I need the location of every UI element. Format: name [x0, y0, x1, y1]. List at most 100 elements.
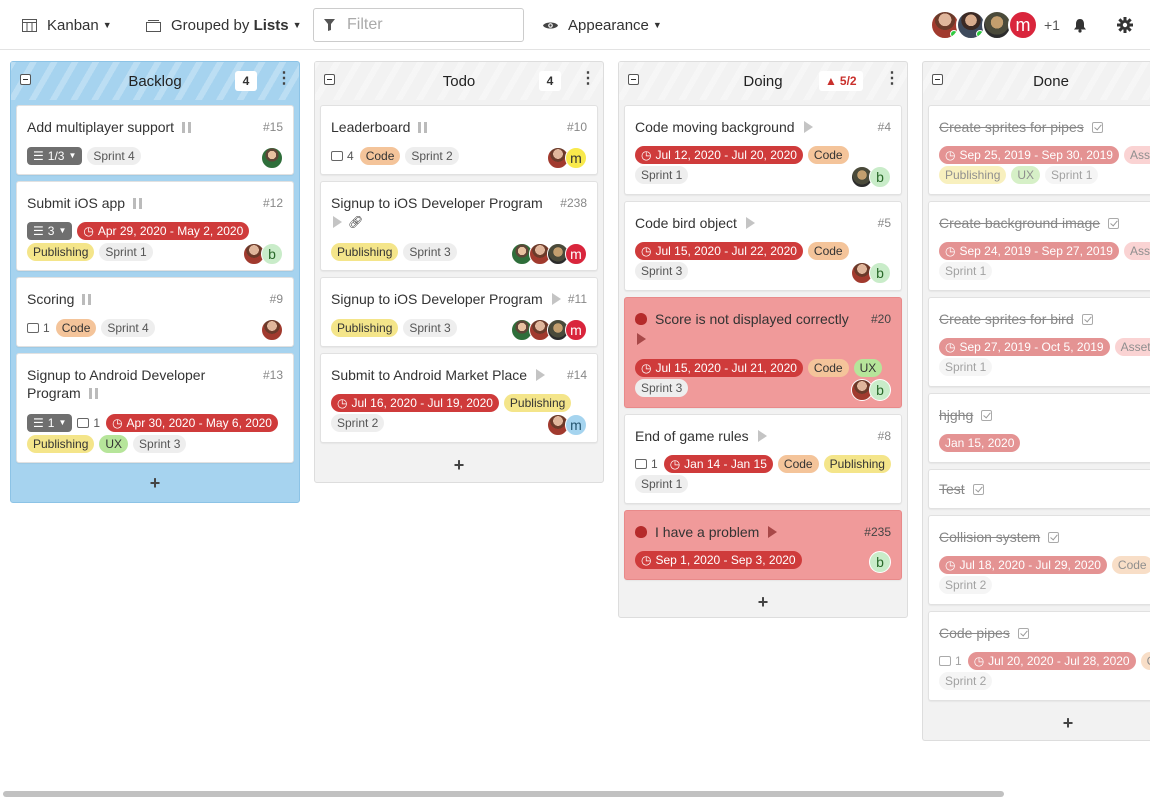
member-avatar[interactable]: m — [1008, 10, 1038, 40]
view-switcher[interactable]: Kanban ▼ — [22, 0, 112, 50]
list-title[interactable]: Doing — [619, 73, 907, 90]
card-bug[interactable]: Score is not displayed correctly #20 ◷ Ju… — [624, 297, 902, 408]
checklist-badge[interactable]: ☰ 3 ▼ — [27, 222, 73, 240]
add-card-button[interactable]: + — [619, 592, 907, 613]
card-completed[interactable]: Create sprites for pipes ◷ Sep 25, 2019 -… — [928, 105, 1150, 195]
due-date-badge: ◷ Sep 1, 2020 - Sep 3, 2020 — [635, 551, 802, 569]
settings-button[interactable] — [1117, 0, 1143, 50]
due-date-badge: Jan 15, 2020 — [939, 434, 1021, 452]
card[interactable]: Leaderboard #10 4 Code Sprint 2 m — [320, 105, 598, 175]
kanban-board: Backlog 4 ⋮ Add multiplayer support #15 … — [0, 61, 1150, 791]
label-code: Code — [807, 242, 849, 260]
comment-icon — [77, 418, 90, 428]
card-members: m — [511, 319, 587, 341]
label-ux: UX — [1011, 166, 1041, 184]
card-labels: Sprint 1 — [635, 166, 693, 184]
top-toolbar: Kanban▼ Grouped by Lists▼ Appearance▼ m … — [0, 0, 1150, 50]
more-members-count[interactable]: +1 — [1044, 17, 1060, 33]
checklist-badge[interactable]: ☰ 1 ▼ — [27, 414, 73, 432]
add-card-button[interactable]: + — [11, 473, 299, 494]
card-bug[interactable]: I have a problem #235 ◷ Sep 1, 2020 - Sep… — [624, 510, 902, 580]
appearance-menu[interactable]: Appearance ▼ — [543, 0, 662, 50]
play-icon[interactable] — [333, 216, 342, 228]
play-icon[interactable] — [768, 526, 778, 538]
card-labels: Publishing UX Sprint 3 — [27, 435, 191, 453]
card-badges: ☰ 1 ▼ 1 ◷ Apr 30, 2020 - May 6, 2020 — [27, 414, 283, 432]
list-menu-icon[interactable]: ⋮ — [580, 71, 596, 87]
member-avatar[interactable]: m — [565, 243, 587, 265]
card-title: Code pipes — [939, 624, 1029, 642]
card[interactable]: Signup to Android Developer Program #13 … — [16, 353, 294, 463]
add-card-button[interactable]: + — [315, 455, 603, 476]
group-prefix: Grouped by — [171, 16, 250, 34]
card-badges: ◷Sep 25, 2019 - Sep 30, 2019 Asset — [939, 146, 1150, 164]
play-icon[interactable] — [745, 217, 755, 229]
card-completed[interactable]: Create sprites for bird ◷ Sep 27, 2019 - … — [928, 297, 1150, 387]
card[interactable]: End of game rules #8 1 ◷ Jan 14 - Jan 15 … — [624, 414, 902, 504]
card-completed[interactable]: Create background image ◷ Sep 24, 2019 - … — [928, 201, 1150, 291]
member-avatar[interactable]: b — [261, 243, 283, 265]
card-members — [261, 147, 283, 169]
label-ux: UX — [853, 359, 883, 377]
card[interactable]: Code moving background #4 ◷ Jul 12, 2020 … — [624, 105, 902, 195]
card-badges: ◷ Jul 15, 2020 - Jul 22, 2020 Code — [635, 242, 854, 260]
card-members: m — [547, 414, 587, 436]
label-sprint: Sprint 1 — [635, 166, 689, 184]
group-by-switcher[interactable]: Grouped by Lists ▼ — [146, 0, 302, 50]
list-menu-icon[interactable]: ⋮ — [276, 71, 292, 87]
horizontal-scrollbar[interactable] — [3, 791, 1004, 797]
chevron-down-icon: ▼ — [292, 20, 302, 30]
card-badges: ◷Sep 27, 2019 - Oct 5, 2019 Assets — [939, 338, 1150, 356]
warning-icon: ▲ — [825, 74, 837, 88]
card-actions: 🔗︎ — [333, 215, 363, 229]
card[interactable]: Submit to Android Market Place #14 ◷ Jul … — [320, 353, 598, 443]
card-badges: ◷ Jul 12, 2020 - Jul 20, 2020 Code — [635, 146, 854, 164]
member-avatar[interactable]: b — [869, 551, 891, 573]
card-completed[interactable]: Code pipes 1 ◷ Jul 20, 2020 - Jul 28, 202… — [928, 611, 1150, 701]
notifications-button[interactable] — [1073, 0, 1097, 50]
filter-box — [313, 8, 524, 42]
card-labels: Sprint 1 — [635, 475, 693, 493]
card-title: Code moving background — [635, 118, 813, 136]
card-completed[interactable]: Collision system ◷ Jul 18, 2020 - Jul 29,… — [928, 515, 1150, 605]
link-icon[interactable]: 🔗︎ — [348, 215, 363, 229]
clock-icon: ◷ — [641, 244, 652, 258]
list-title[interactable]: Done — [923, 73, 1150, 90]
clock-icon: ◷ — [669, 457, 681, 471]
play-icon[interactable] — [757, 430, 767, 442]
card-members: b — [869, 551, 891, 573]
play-icon[interactable] — [536, 369, 546, 381]
play-icon[interactable] — [637, 333, 646, 345]
label-publishing: Publishing — [503, 394, 572, 412]
member-avatar[interactable]: m — [565, 319, 587, 341]
member-avatar[interactable] — [261, 319, 283, 341]
comment-icon — [939, 656, 951, 666]
filter-input[interactable] — [347, 16, 507, 34]
member-avatar[interactable]: b — [869, 262, 891, 284]
add-card-button[interactable]: + — [923, 713, 1150, 734]
checklist-badge[interactable]: ☰ 1/3 ▼ — [27, 147, 83, 165]
card[interactable]: Submit iOS app #12 ☰ 3 ▼ ◷ Apr 29, 2020 - M… — [16, 181, 294, 271]
card[interactable]: Add multiplayer support #15 ☰ 1/3 ▼ Sprint… — [16, 105, 294, 175]
card-completed[interactable]: Test — [928, 469, 1150, 509]
list-menu-icon[interactable]: ⋮ — [884, 71, 900, 87]
play-icon[interactable] — [803, 121, 813, 133]
card[interactable]: Scoring #9 1 Code Sprint 4 — [16, 277, 294, 347]
card-number: #9 — [269, 292, 283, 306]
label-publishing: Publishing — [331, 243, 399, 261]
member-avatar[interactable] — [261, 147, 283, 169]
card-title: Collision system — [939, 528, 1060, 546]
member-avatar[interactable]: m — [565, 147, 587, 169]
card[interactable]: Code bird object #5 ◷ Jul 15, 2020 - Jul … — [624, 201, 902, 291]
bell-icon — [1074, 18, 1086, 33]
card[interactable]: Signup to iOS Developer Program #11 Publ… — [320, 277, 598, 347]
card-labels: Sprint 2 — [939, 576, 997, 594]
member-avatar[interactable]: m — [565, 414, 587, 436]
play-icon[interactable] — [551, 293, 561, 305]
card[interactable]: Signup to iOS Developer Program #238 🔗︎ … — [320, 181, 598, 271]
card-completed[interactable]: hjghg Jan 15, 2020 — [928, 393, 1150, 463]
card-badges: Jan 15, 2020 — [939, 434, 1025, 452]
member-avatar[interactable]: b — [869, 166, 891, 188]
card-badges: ◷ Jul 18, 2020 - Jul 29, 2020 Code — [939, 556, 1150, 574]
member-avatar[interactable]: b — [869, 379, 891, 401]
